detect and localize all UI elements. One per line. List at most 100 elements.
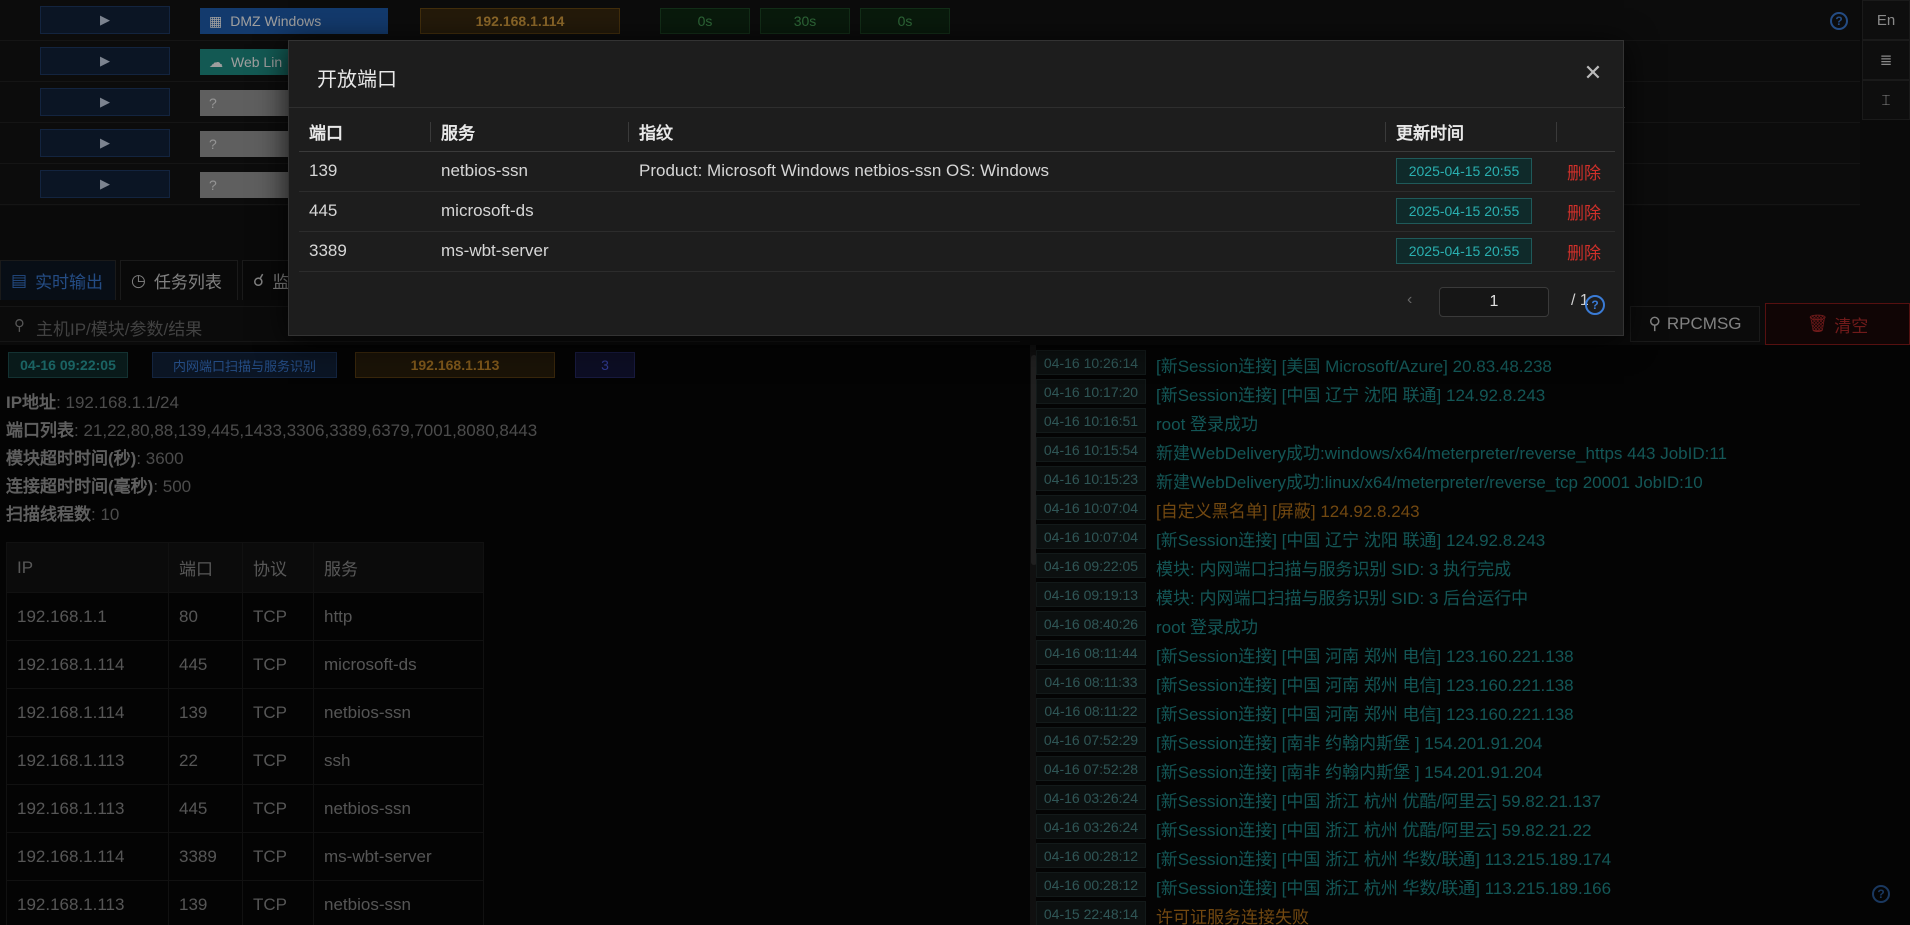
log-entry: 04-16 10:16:51 root 登录成功 <box>1036 406 1910 435</box>
tab-live-output[interactable]: ▤ 实时输出 <box>0 260 116 300</box>
delete-link[interactable]: 删除 <box>1567 164 1601 183</box>
headset-icon: ☌ <box>253 270 265 290</box>
log-time: 04-16 08:11:44 <box>1036 640 1146 665</box>
session-ip: 192.168.1.114 <box>420 8 620 34</box>
log-entry: 04-16 00:28:12 [新Session连接] [中国 浙江 杭州 华数/… <box>1036 870 1910 899</box>
log-entry: 04-16 07:52:28 [新Session连接] [南非 约翰内斯堡 ] 1… <box>1036 754 1910 783</box>
expand-button[interactable]: ▶ <box>40 88 170 116</box>
param-line: 扫描线程数: 10 <box>6 500 119 525</box>
table-cell: 192.168.1.113 <box>6 784 169 833</box>
table-cell: 445 <box>168 640 243 689</box>
rpcmsg-label: RPCMSG <box>1666 314 1742 333</box>
help-icon[interactable]: ? <box>1830 12 1848 30</box>
delete-link[interactable]: 删除 <box>1567 244 1601 263</box>
output-ip-badge: 192.168.1.113 <box>355 352 555 378</box>
menu-icon[interactable]: ≣ <box>1862 40 1910 80</box>
session-timer: 0s <box>860 8 950 34</box>
tab-task-list[interactable]: ◷ 任务列表 <box>120 260 238 300</box>
clear-button[interactable]: 🗑 清空 <box>1765 303 1910 345</box>
log-entry: 04-16 10:26:14 [新Session连接] [美国 Microsoft… <box>1036 348 1910 377</box>
port-cell: 445 <box>299 191 431 232</box>
tab-label: 实时输出 <box>35 273 104 292</box>
table-cell: TCP <box>242 640 314 689</box>
log-entry: 04-16 10:07:04 [自定义黑名单] [屏蔽] 124.92.8.243 <box>1036 493 1910 522</box>
delete-link[interactable]: 删除 <box>1567 204 1601 223</box>
log-message: [新Session连接] [南非 约翰内斯堡 ] 154.201.91.204 <box>1156 734 1543 753</box>
column-header: IP <box>6 542 169 593</box>
search-icon: ⚲ <box>1648 314 1661 333</box>
table-cell: microsoft-ds <box>313 640 484 689</box>
header-label: 端口 <box>309 124 343 144</box>
log-time: 04-16 10:16:51 <box>1036 408 1146 433</box>
param-line: 端口列表: 21,22,80,88,139,445,1433,3306,3389… <box>6 416 537 441</box>
search-placeholder: 主机IP/模块/参数/结果 <box>36 320 203 339</box>
log-entry: 04-15 22:48:14 许可证服务连接失败 <box>1036 899 1910 925</box>
log-message: [自定义黑名单] [屏蔽] 124.92.8.243 <box>1156 502 1420 521</box>
port-row: 139 netbios-ssn Product: Microsoft Windows… <box>299 151 1615 192</box>
session-timer: 0s <box>660 8 750 34</box>
log-time: 04-16 08:11:22 <box>1036 698 1146 723</box>
divider <box>289 107 1625 108</box>
param-key: 扫描线程数 <box>6 505 91 524</box>
log-message: [新Session连接] [中国 辽宁 沈阳 联通] 124.92.8.243 <box>1156 531 1546 550</box>
table-cell: TCP <box>242 736 314 785</box>
open-ports-dialog: 开放端口 ✕ 端口 服务 指纹 更新时间 139 netbios-ssn Produ… <box>288 40 1625 336</box>
table-cell: netbios-ssn <box>313 880 484 925</box>
log-message: [新Session连接] [中国 河南 郑州 电信] 123.160.221.1… <box>1156 647 1574 666</box>
table-cell: 192.168.1.113 <box>6 736 169 785</box>
help-icon[interactable]: ? <box>1585 295 1605 315</box>
clock-icon: ◷ <box>131 270 146 290</box>
log-message: [新Session连接] [中国 辽宁 沈阳 联通] 124.92.8.243 <box>1156 386 1546 405</box>
language-button[interactable]: En <box>1862 0 1910 40</box>
table-row: 192.168.1.114 445 TCP microsoft-ds <box>6 640 484 689</box>
param-key: 端口列表 <box>6 421 74 440</box>
table-cell: 139 <box>168 880 243 925</box>
param-key: 模块超时时间(秒) <box>6 449 137 468</box>
live-output-panel: 04-16 09:22:05 内网端口扫描与服务识别 192.168.1.113… <box>0 345 1030 925</box>
table-cell: ms-wbt-server <box>313 832 484 881</box>
log-message: [新Session连接] [中国 浙江 杭州 优酷/阿里云] 59.82.21.… <box>1156 821 1592 840</box>
column-header-action <box>1557 113 1615 152</box>
fit-height-icon[interactable]: ⌶ <box>1862 80 1910 120</box>
rpcmsg-button[interactable]: ⚲ RPCMSG <box>1630 306 1760 342</box>
log-time: 04-16 10:26:14 <box>1036 350 1146 375</box>
log-entry: 04-16 07:52:29 [新Session连接] [南非 约翰内斯堡 ] 1… <box>1036 725 1910 754</box>
log-message: 新建WebDelivery成功:windows/x64/meterpreter/… <box>1156 444 1727 463</box>
header-label: 指纹 <box>639 124 673 144</box>
output-time-badge: 04-16 09:22:05 <box>8 352 128 378</box>
port-cell: 3389 <box>299 231 431 272</box>
log-message: [新Session连接] [中国 河南 郑州 电信] 123.160.221.1… <box>1156 676 1574 695</box>
expand-button[interactable]: ▶ <box>40 129 170 157</box>
param-value: : 3600 <box>136 449 184 468</box>
close-icon[interactable]: ✕ <box>1579 59 1607 87</box>
session-row[interactable]: ▶ ▦ DMZ Windows 192.168.1.114 0s 30s 0s <box>0 0 1860 41</box>
log-time: 04-16 10:15:54 <box>1036 437 1146 462</box>
log-entry: 04-16 10:17:20 [新Session连接] [中国 辽宁 沈阳 联通]… <box>1036 377 1910 406</box>
tab-monitor[interactable]: ☌ 监 <box>242 260 290 300</box>
page-number-input[interactable]: 1 <box>1439 287 1549 317</box>
log-entry: 04-16 08:11:44 [新Session连接] [中国 河南 郑州 电信]… <box>1036 638 1910 667</box>
param-line: 连接超时时间(毫秒): 500 <box>6 472 191 497</box>
table-row: 192.168.1.1 80 TCP http <box>6 592 484 641</box>
log-time: 04-16 00:28:12 <box>1036 872 1146 897</box>
clear-label: 清空 <box>1834 316 1869 336</box>
header-label: 更新时间 <box>1396 124 1464 144</box>
table-cell: 445 <box>168 784 243 833</box>
help-icon[interactable]: ? <box>1872 885 1890 903</box>
expand-button[interactable]: ▶ <box>40 47 170 75</box>
table-cell: TCP <box>242 592 314 641</box>
updated-time-tag: 2025-04-15 20:55 <box>1396 158 1532 184</box>
search-icon: ⚲ <box>14 317 25 334</box>
param-key: IP地址 <box>6 393 57 412</box>
log-message: root 登录成功 <box>1156 618 1259 637</box>
column-header: 端口 <box>168 542 243 593</box>
updated-cell: 2025-04-15 20:55 <box>1386 231 1557 272</box>
fingerprint-cell: Product: Microsoft Windows netbios-ssn O… <box>629 151 1386 192</box>
updated-cell: 2025-04-15 20:55 <box>1386 151 1557 192</box>
table-cell: TCP <box>242 832 314 881</box>
prev-page-button[interactable]: ‹ <box>1407 291 1412 309</box>
expand-button[interactable]: ▶ <box>40 6 170 34</box>
log-message: 模块: 内网端口扫描与服务识别 SID: 3 后台运行中 <box>1156 589 1529 608</box>
expand-button[interactable]: ▶ <box>40 170 170 198</box>
port-row: 3389 ms-wbt-server 2025-04-15 20:55 删除 <box>299 231 1615 272</box>
